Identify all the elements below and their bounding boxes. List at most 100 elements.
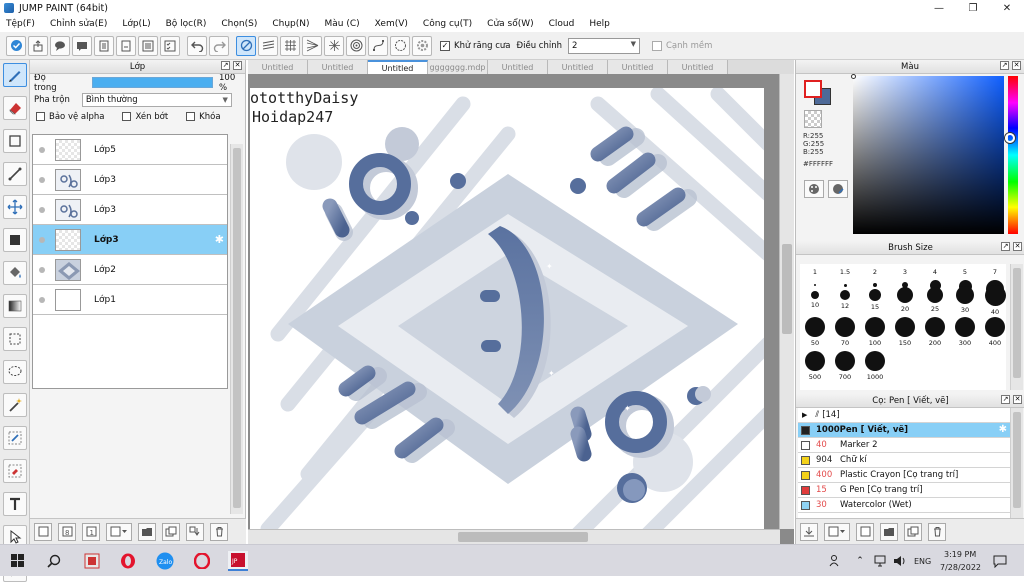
brush-item[interactable]: 40 Marker 2 <box>798 438 1010 453</box>
move-tool[interactable] <box>3 195 27 219</box>
brush-size-cell[interactable]: 50 <box>800 316 830 347</box>
snap-radial-button[interactable] <box>324 35 344 56</box>
visibility-icon[interactable] <box>39 296 45 303</box>
add-brush-button[interactable] <box>824 522 850 541</box>
protect-alpha-checkbox[interactable] <box>36 112 45 121</box>
brush-size-cell[interactable]: 1000 <box>860 350 890 381</box>
clock-date[interactable]: 7/28/2022 <box>940 563 981 572</box>
snap-vanish-button[interactable] <box>302 35 322 56</box>
opacity-slider[interactable] <box>91 77 214 88</box>
layer-row[interactable]: Lớp1 <box>33 285 227 315</box>
palette-button[interactable] <box>804 180 824 198</box>
brush-size-scrollbar[interactable] <box>1010 264 1023 390</box>
notification-button[interactable] <box>990 551 1010 571</box>
brush-item[interactable]: 15 G Pen [Cọ trang trí] <box>798 483 1010 498</box>
brush-list-scrollbar[interactable] <box>1010 408 1023 518</box>
snap-grid-button[interactable] <box>280 35 300 56</box>
message-button[interactable] <box>72 35 92 56</box>
gradient-tool[interactable] <box>3 294 27 318</box>
snap-settings-button[interactable] <box>412 35 432 56</box>
merge-layer-button[interactable] <box>186 522 204 541</box>
brush-size-cell[interactable]: 15 <box>860 284 890 311</box>
visibility-icon[interactable] <box>39 176 45 183</box>
menu-cloud[interactable]: Cloud <box>549 19 575 29</box>
tab-untitled[interactable]: Untitled <box>248 60 308 74</box>
canvas-vertical-scrollbar[interactable] <box>779 74 794 529</box>
brush-size-cell[interactable]: 10 <box>800 284 830 309</box>
visibility-icon[interactable] <box>39 236 45 243</box>
panel-close-icon[interactable]: ✕ <box>1013 242 1022 251</box>
checklist-button[interactable] <box>160 35 180 56</box>
tab-untitled[interactable]: Untitled <box>608 60 668 74</box>
brush-size-cell[interactable]: 25 <box>920 284 950 313</box>
menu-select[interactable]: Chọn(S) <box>221 19 257 29</box>
canvas-horizontal-scrollbar[interactable] <box>248 529 780 544</box>
layer-row[interactable]: Lớp3 <box>33 165 227 195</box>
lasso-tool[interactable] <box>3 360 27 384</box>
windows-start-button[interactable] <box>8 551 28 571</box>
brush-size-cell[interactable]: 200 <box>920 316 950 347</box>
palette-edit-button[interactable] <box>828 180 848 198</box>
magic-wand-tool[interactable] <box>3 393 27 417</box>
artwork-canvas[interactable]: ✦ ✦ ✦ ✦ ototthyDaisy Hoidap247 <box>248 74 794 544</box>
select-rect-tool[interactable] <box>3 327 27 351</box>
panel-detach-icon[interactable]: ↗ <box>1001 395 1010 404</box>
language-indicator[interactable]: ENG <box>914 557 931 566</box>
new-8bit-layer-button[interactable]: 8 <box>58 522 76 541</box>
brush-size-cell[interactable]: 500 <box>800 350 830 381</box>
share-button[interactable] <box>28 35 48 56</box>
visibility-icon[interactable] <box>39 266 45 273</box>
brush-size-cell[interactable]: 12 <box>830 284 860 310</box>
menu-help[interactable]: Help <box>589 19 610 29</box>
brush-size-cell[interactable]: 100 <box>860 316 890 347</box>
snap-circle-button[interactable] <box>346 35 366 56</box>
visibility-icon[interactable] <box>39 206 45 213</box>
select-pen-tool[interactable] <box>3 426 27 450</box>
menu-window[interactable]: Cửa sổ(W) <box>487 19 533 29</box>
brush-size-cell[interactable]: 400 <box>980 316 1010 347</box>
menu-color[interactable]: Màu (C) <box>325 19 360 29</box>
network-button[interactable] <box>870 551 890 571</box>
panel-detach-icon[interactable]: ↗ <box>1001 242 1010 251</box>
menu-filter[interactable]: Bộ lọc(R) <box>166 19 207 29</box>
add-layer-menu-button[interactable] <box>106 522 132 541</box>
select-eraser-tool[interactable] <box>3 459 27 483</box>
foreground-color-swatch[interactable] <box>804 80 822 98</box>
opera-gx-button[interactable] <box>192 551 212 571</box>
tab-ggggggg-mdp[interactable]: ggggggg.mdp <box>428 60 488 74</box>
document-button[interactable] <box>94 35 114 56</box>
people-icon-button[interactable] <box>826 551 846 571</box>
brush-size-cell[interactable]: 700 <box>830 350 860 381</box>
brush-size-cell[interactable]: 30 <box>950 284 980 314</box>
panel-detach-icon[interactable]: ↗ <box>1000 61 1009 70</box>
visibility-icon[interactable] <box>39 146 45 153</box>
taskbar-app-1[interactable] <box>82 551 102 571</box>
tab-untitled[interactable]: Untitled <box>488 60 548 74</box>
antialias-checkbox[interactable]: ✓ <box>440 40 450 51</box>
brush-size-cell[interactable]: 70 <box>830 316 860 347</box>
expand-triangle-icon[interactable]: ▶ <box>802 411 807 419</box>
layer-list-scrollbar[interactable] <box>230 144 243 514</box>
clip-checkbox[interactable] <box>122 112 132 121</box>
close-button[interactable]: ✕ <box>990 0 1024 16</box>
panel-close-icon[interactable]: ✕ <box>1012 61 1021 70</box>
new-folder-button[interactable] <box>138 522 156 541</box>
delete-layer-button[interactable] <box>210 522 228 541</box>
brush-item[interactable]: 30 Watercolor (Wet) <box>798 498 1010 513</box>
layer-settings-gear-icon[interactable]: ✱ <box>215 233 224 246</box>
search-button[interactable] <box>44 551 64 571</box>
brush-item[interactable]: 400 Plastic Crayon [Cọ trang trí] <box>798 468 1010 483</box>
undo-button[interactable] <box>187 35 207 56</box>
bucket-tool[interactable] <box>3 261 27 285</box>
redo-button[interactable] <box>209 35 229 56</box>
snap-parallel-button[interactable] <box>258 35 278 56</box>
panel-close-icon[interactable]: ✕ <box>1013 395 1022 404</box>
pen-tool[interactable] <box>3 63 27 87</box>
saturation-value-picker[interactable] <box>853 76 1004 234</box>
hue-slider[interactable] <box>1008 76 1018 234</box>
tab-untitled[interactable]: Untitled <box>668 60 728 74</box>
rectangle-tool[interactable] <box>3 129 27 153</box>
snap-off-button[interactable] <box>236 35 256 56</box>
blend-mode-select[interactable]: Bình thường ▼ <box>81 92 232 107</box>
brush-size-cell[interactable]: 300 <box>950 316 980 347</box>
